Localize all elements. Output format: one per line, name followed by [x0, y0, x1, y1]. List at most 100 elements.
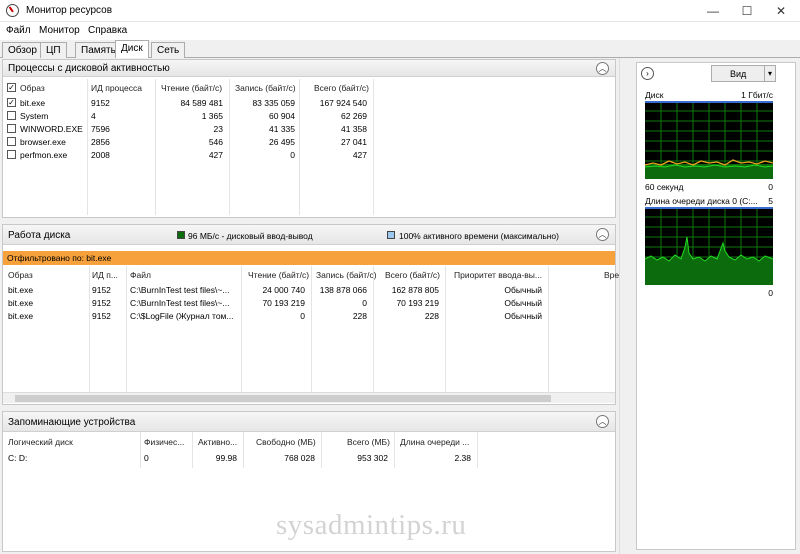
cell-read: 23 — [213, 124, 223, 134]
cell-priority: Обычный — [504, 298, 542, 308]
chevron-down-icon[interactable]: ▾ — [764, 65, 776, 82]
cell-write: 26 495 — [269, 137, 295, 147]
active-time-legend-label: 100% активного времени (максимально) — [399, 231, 559, 241]
disk-panel-header[interactable]: Работа диска 96 МБ/с - дисковый ввод-выв… — [3, 225, 615, 245]
select-all-checkbox[interactable]: ✓ — [7, 83, 16, 92]
cell-pid: 4 — [91, 111, 96, 121]
storage-panel-header[interactable]: Запоминающие устройства ︿ — [3, 412, 615, 432]
column-header-active-time[interactable]: Активно... — [198, 437, 237, 447]
column-header-image[interactable]: Образ — [20, 83, 45, 93]
cell-read: 427 — [208, 150, 223, 160]
collapse-icon[interactable]: ︿ — [596, 415, 609, 428]
cell-total: 167 924 540 — [319, 98, 367, 108]
cell-read: 546 — [208, 137, 223, 147]
cell-file: C:\BurnInTest test files\~... — [130, 298, 230, 308]
cell-write: 41 335 — [269, 124, 295, 134]
disk-graph-time-label: 60 секунд — [645, 182, 684, 192]
column-header-pid[interactable]: ИД процесса — [91, 83, 142, 93]
cell-write: 228 — [352, 311, 367, 321]
tab-network[interactable]: Сеть — [151, 42, 186, 58]
column-divider — [477, 432, 478, 468]
disk-panel-title: Работа диска — [8, 230, 71, 241]
cell-image: System — [20, 111, 49, 121]
scrollbar-thumb[interactable] — [15, 395, 551, 402]
cell-image: bit.exe — [8, 311, 34, 321]
cell-pid: 9152 — [92, 285, 111, 295]
column-divider — [126, 266, 127, 393]
cell-write: 0 — [290, 150, 295, 160]
cell-write: 138 878 066 — [319, 285, 367, 295]
column-header-write[interactable]: Запись (байт/с) — [235, 83, 296, 93]
cell-file: C:\$LogFile (Журнал том... — [130, 311, 234, 321]
cell-pid: 9152 — [92, 311, 111, 321]
column-header-pid[interactable]: ИД п... — [92, 270, 118, 280]
cell-pid: 2856 — [91, 137, 110, 147]
cell-read: 70 193 219 — [262, 298, 305, 308]
row-checkbox[interactable] — [7, 137, 16, 146]
column-header-total[interactable]: Всего (байт/с) — [314, 83, 369, 93]
row-checkbox[interactable] — [7, 124, 16, 133]
cell-pid: 9152 — [92, 298, 111, 308]
cell-total: 27 041 — [341, 137, 367, 147]
row-checkbox[interactable]: ✓ — [7, 98, 16, 107]
tab-strip: Обзор ЦП Память Диск Сеть — [0, 40, 800, 59]
menu-monitor[interactable]: Монитор — [39, 25, 80, 36]
maximize-button[interactable]: ☐ — [730, 0, 764, 22]
cell-image: browser.exe — [20, 137, 66, 147]
menu-help[interactable]: Справка — [88, 25, 127, 36]
column-divider — [548, 266, 549, 393]
menu-file[interactable]: Файл — [6, 25, 31, 36]
cell-free-mb: 768 028 — [284, 453, 315, 463]
column-divider — [140, 432, 141, 468]
active-time-legend-swatch — [387, 231, 395, 239]
cell-logical-disk: C: D: — [8, 453, 28, 463]
cell-total: 228 — [424, 311, 439, 321]
column-header-priority[interactable]: Приоритет ввода-вы... — [454, 270, 542, 280]
menu-bar: Файл Монитор Справка — [0, 22, 800, 40]
cell-image: bit.exe — [8, 298, 34, 308]
row-checkbox[interactable] — [7, 111, 16, 120]
column-header-queue-length[interactable]: Длина очереди ... — [400, 437, 469, 447]
cell-write: 0 — [362, 298, 367, 308]
tab-disk[interactable]: Диск — [115, 40, 149, 59]
disk-graph-min: 0 — [768, 182, 773, 192]
column-header-free-mb[interactable]: Свободно (МБ) — [256, 437, 316, 447]
title-bar: Монитор ресурсов — ☐ ✕ — [0, 0, 800, 22]
graphs-panel: › Вид ▾ Диск 1 Гбит/с 60 секунд 0 Длина … — [636, 62, 796, 550]
column-header-total[interactable]: Всего (байт/с) — [385, 270, 440, 280]
minimize-button[interactable]: — — [696, 0, 730, 22]
cell-queue-length: 2.38 — [454, 453, 471, 463]
column-divider — [373, 79, 374, 215]
queue-graph-min: 0 — [768, 288, 773, 298]
tab-cpu[interactable]: ЦП — [40, 42, 67, 58]
main-scrollbar[interactable] — [619, 58, 630, 554]
column-header-file[interactable]: Файл — [130, 270, 151, 280]
tab-overview[interactable]: Обзор — [2, 42, 43, 58]
column-header-image[interactable]: Образ — [8, 270, 33, 280]
queue-graph-label: Длина очереди диска 0 (C:... — [645, 196, 758, 206]
column-header-read[interactable]: Чтение (байт/с) — [161, 83, 222, 93]
column-header-read[interactable]: Чтение (байт/с) — [248, 270, 309, 280]
chevron-right-icon[interactable]: › — [641, 67, 654, 80]
close-button[interactable]: ✕ — [764, 0, 798, 22]
cell-image: perfmon.exe — [20, 150, 68, 160]
column-header-total-mb[interactable]: Всего (МБ) — [347, 437, 390, 447]
cell-read: 84 589 481 — [180, 98, 223, 108]
cell-active-time: 99.98 — [215, 453, 237, 463]
collapse-icon[interactable]: ︿ — [596, 228, 609, 241]
cell-read: 24 000 740 — [262, 285, 305, 295]
cell-total: 62 269 — [341, 111, 367, 121]
processes-panel-header[interactable]: Процессы с дисковой активностью ︿ — [3, 60, 615, 77]
window-title: Монитор ресурсов — [26, 5, 113, 16]
row-checkbox[interactable] — [7, 150, 16, 159]
queue-graph — [645, 207, 773, 285]
collapse-icon[interactable]: ︿ — [596, 62, 609, 75]
processes-panel: Процессы с дисковой активностью ︿ ✓ Обра… — [2, 59, 616, 218]
column-header-response-time[interactable]: Вре — [604, 270, 619, 280]
cell-image: WINWORD.EXE — [20, 124, 83, 134]
column-header-logical-disk[interactable]: Логический диск — [8, 437, 73, 447]
column-header-physical-disk[interactable]: Физичес... — [144, 437, 184, 447]
column-header-write[interactable]: Запись (байт/с) — [316, 270, 377, 280]
column-divider — [89, 266, 90, 393]
horizontal-scrollbar[interactable] — [3, 392, 615, 403]
